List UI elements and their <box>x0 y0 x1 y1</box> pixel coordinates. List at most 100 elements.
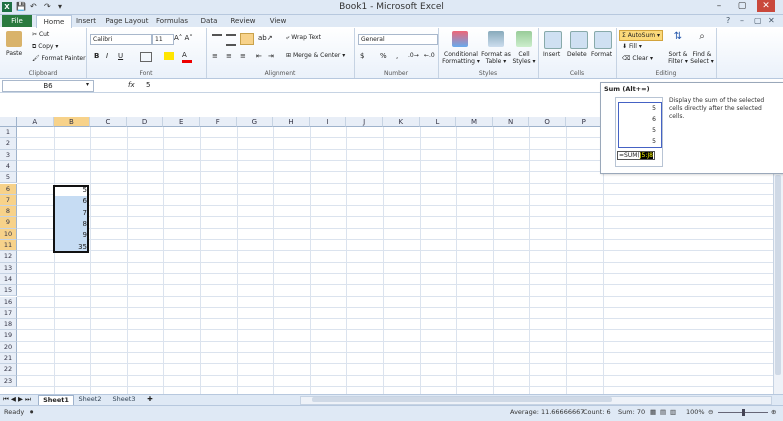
row-header-7[interactable]: 7 <box>0 194 17 207</box>
cell-styles-icon[interactable] <box>516 31 532 47</box>
format-cells-icon[interactable] <box>594 31 612 49</box>
row-header-22[interactable]: 22 <box>0 364 17 376</box>
page-layout-view-icon[interactable]: ▤ <box>660 405 666 420</box>
row-header-23[interactable]: 23 <box>0 375 17 387</box>
row-header-10[interactable]: 10 <box>0 228 17 240</box>
sheet-tab-sheet3[interactable]: Sheet3 <box>108 395 140 404</box>
page-break-view-icon[interactable]: ▥ <box>670 405 676 420</box>
cut-button[interactable]: ✂ Cut <box>32 31 49 38</box>
minimize-button[interactable]: – <box>710 0 728 12</box>
zoom-slider-thumb[interactable] <box>742 409 745 416</box>
row-header-9[interactable]: 9 <box>0 217 17 229</box>
middle-align-icon[interactable] <box>226 34 236 46</box>
maximize-button[interactable]: ▢ <box>733 0 751 12</box>
file-tab[interactable]: File <box>2 15 32 27</box>
zoom-in-icon[interactable]: ⊕ <box>771 405 776 420</box>
row-header-17[interactable]: 17 <box>0 307 17 320</box>
decrease-indent-icon[interactable]: ⇤ <box>256 52 262 60</box>
column-header-e[interactable]: E <box>163 117 200 127</box>
help-icon[interactable]: ? <box>726 15 730 27</box>
delete-button[interactable]: Delete <box>567 51 587 58</box>
sheet-tab-sheet2[interactable]: Sheet2 <box>74 395 106 404</box>
row-header-8[interactable]: 8 <box>0 206 17 218</box>
conditional-formatting-icon[interactable] <box>452 31 468 47</box>
vertical-scroll-thumb[interactable] <box>775 175 781 375</box>
zoom-level[interactable]: 100% <box>686 405 705 420</box>
row-header-6[interactable]: 6 <box>0 183 17 195</box>
format-button[interactable]: Format <box>591 51 612 58</box>
status-sum[interactable]: Sum: 70 <box>618 405 645 420</box>
row-header-15[interactable]: 15 <box>0 285 17 297</box>
conditional-formatting-button[interactable]: Conditional Formatting ▾ <box>441 51 481 65</box>
insert-button[interactable]: Insert <box>543 51 560 58</box>
cell-styles-button[interactable]: Cell Styles ▾ <box>512 51 536 65</box>
font-size-dropdown[interactable]: 11 <box>152 34 174 45</box>
copy-button[interactable]: ⧉ Copy ▾ <box>32 43 58 51</box>
row-header-19[interactable]: 19 <box>0 330 17 342</box>
borders-icon[interactable] <box>140 52 152 62</box>
column-header-c[interactable]: C <box>90 117 127 127</box>
merge-center-button[interactable]: ⊞ Merge & Center ▾ <box>286 52 345 59</box>
column-header-i[interactable]: I <box>309 117 347 127</box>
insert-sheet-icon[interactable]: ✚ <box>144 395 156 404</box>
row-header-11[interactable]: 11 <box>0 240 17 252</box>
column-header-k[interactable]: K <box>383 117 420 127</box>
column-header-p[interactable]: P <box>566 117 603 127</box>
sheet-nav-icons[interactable]: ⏮ ◀ ▶ ⏭ <box>3 395 31 404</box>
align-left-icon[interactable]: ≡ <box>212 52 218 60</box>
paste-icon[interactable] <box>6 31 22 47</box>
row-header-16[interactable]: 16 <box>0 296 17 308</box>
column-header-j[interactable]: J <box>346 117 383 127</box>
normal-view-icon[interactable]: ▦ <box>650 405 656 420</box>
fill-button[interactable]: ⬇ Fill ▾ <box>622 43 642 50</box>
bold-button[interactable]: B <box>94 52 99 60</box>
number-format-dropdown[interactable]: General <box>358 34 438 45</box>
select-all-corner[interactable] <box>0 117 17 127</box>
currency-button[interactable]: $ <box>360 52 364 60</box>
row-header-1[interactable]: 1 <box>0 127 17 139</box>
horizontal-scroll-thumb[interactable] <box>312 397 612 402</box>
top-align-icon[interactable] <box>212 34 222 44</box>
row-header-13[interactable]: 13 <box>0 262 17 274</box>
sort-filter-icon[interactable]: ⇅ <box>670 31 686 47</box>
zoom-out-icon[interactable]: ⊖ <box>708 405 713 420</box>
fill-color-icon[interactable] <box>164 52 174 60</box>
tab-formulas[interactable]: Formulas <box>154 15 190 27</box>
delete-cells-icon[interactable] <box>570 31 588 49</box>
row-header-14[interactable]: 14 <box>0 273 17 286</box>
column-header-d[interactable]: D <box>126 117 164 127</box>
column-header-b[interactable]: B <box>53 117 91 127</box>
row-header-3[interactable]: 3 <box>0 149 17 161</box>
macro-record-icon[interactable]: ⏺ <box>30 405 33 420</box>
font-name-dropdown[interactable]: Calibri <box>90 34 152 45</box>
close-button[interactable]: ✕ <box>757 0 775 12</box>
sort-filter-button[interactable]: Sort & Filter ▾ <box>667 51 689 65</box>
paste-button[interactable]: Paste <box>6 50 22 57</box>
row-header-20[interactable]: 20 <box>0 341 17 353</box>
binoculars-icon[interactable]: ⌕ <box>694 31 710 47</box>
column-header-m[interactable]: M <box>456 117 493 127</box>
column-header-a[interactable]: A <box>17 117 54 127</box>
column-header-o[interactable]: O <box>529 117 566 127</box>
format-painter-button[interactable]: 🖌 Format Painter <box>32 55 86 62</box>
status-count[interactable]: Count: 6 <box>583 405 611 420</box>
column-header-f[interactable]: F <box>200 117 237 127</box>
align-center-icon[interactable]: ≡ <box>226 52 232 60</box>
name-box[interactable]: B6 <box>2 80 94 92</box>
italic-button[interactable]: I <box>106 52 108 60</box>
minimize-ribbon-icon[interactable]: – <box>740 15 744 27</box>
column-header-h[interactable]: H <box>273 117 310 127</box>
align-right-icon[interactable]: ≡ <box>240 52 246 60</box>
column-header-g[interactable]: G <box>236 117 274 127</box>
insert-function-button[interactable]: fx <box>128 80 135 90</box>
tab-view[interactable]: View <box>264 15 292 27</box>
name-box-dropdown-icon[interactable]: ▾ <box>86 80 89 90</box>
format-as-table-button[interactable]: Format as Table ▾ <box>481 51 511 65</box>
column-header-n[interactable]: N <box>492 117 530 127</box>
decrease-decimal-icon[interactable]: ←.0 <box>424 52 435 59</box>
row-header-12[interactable]: 12 <box>0 251 17 263</box>
row-header-18[interactable]: 18 <box>0 319 17 331</box>
tab-home[interactable]: Home <box>36 15 72 28</box>
formula-input[interactable]: 5 <box>146 80 150 90</box>
tab-review[interactable]: Review <box>228 15 258 27</box>
